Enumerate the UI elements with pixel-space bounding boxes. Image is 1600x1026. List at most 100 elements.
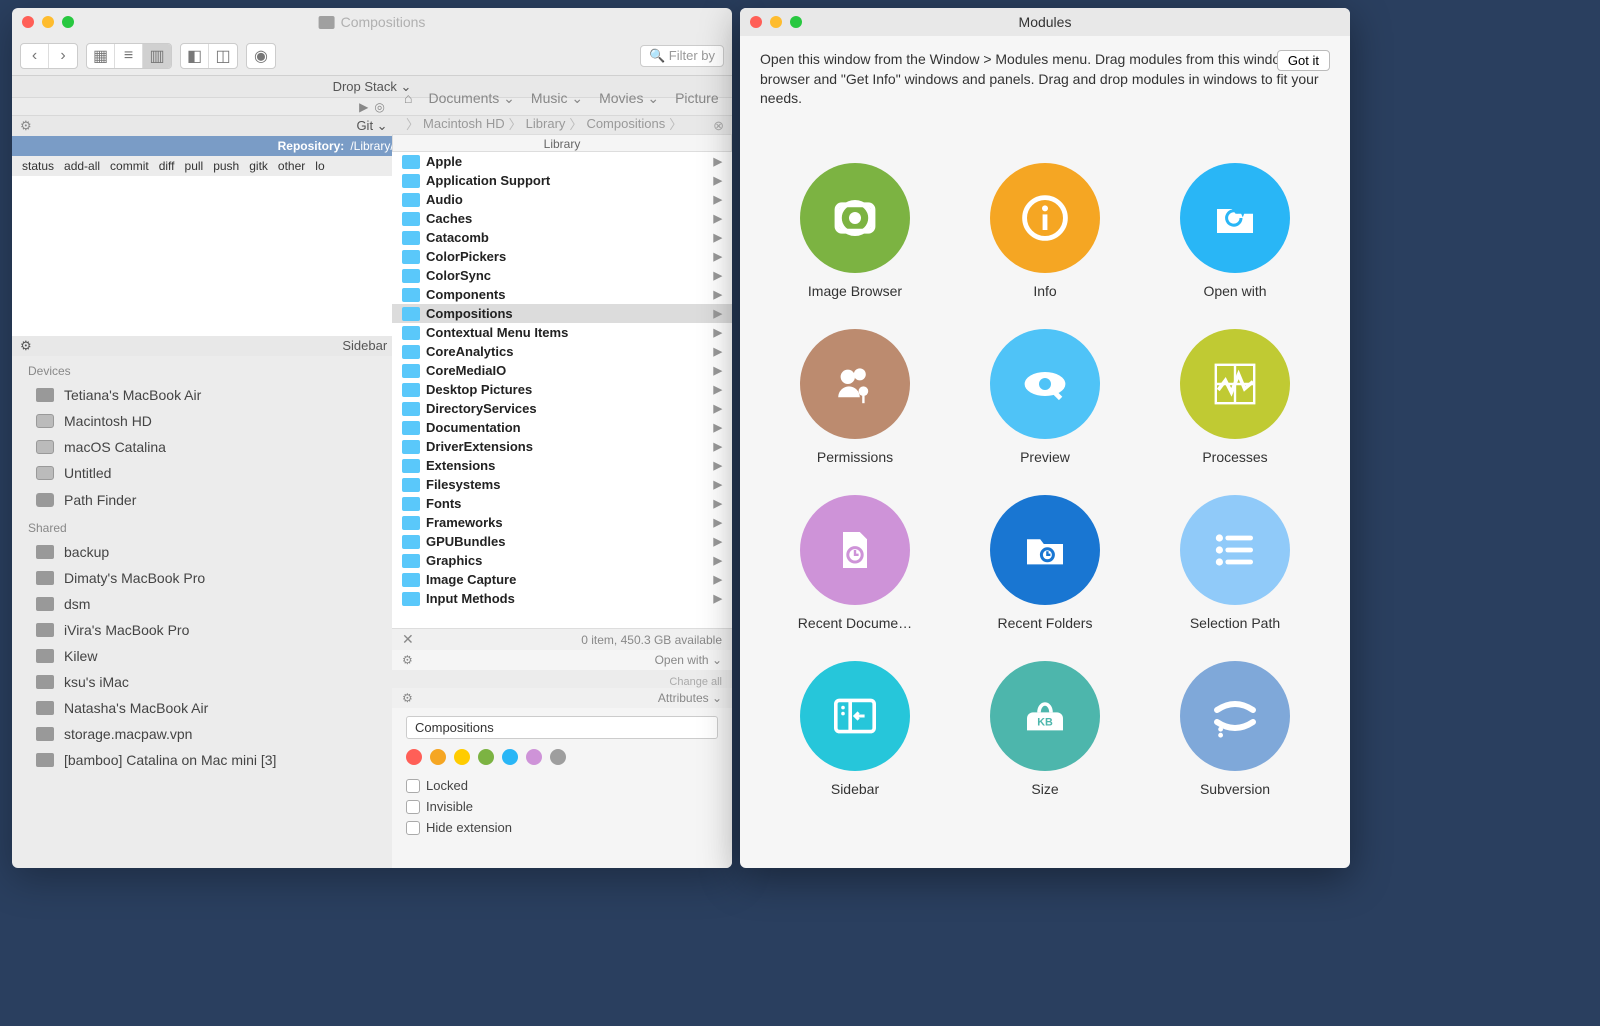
folder-item[interactable]: Components▶ xyxy=(392,285,732,304)
checkbox-label: Hide extension xyxy=(426,820,512,835)
git-cmd-lo[interactable]: lo xyxy=(315,159,324,173)
tag-color[interactable] xyxy=(406,749,422,765)
checkbox[interactable] xyxy=(406,821,420,835)
openwith-bar[interactable]: ⚙ Open with ⌄ xyxy=(392,650,732,670)
minimize-window-button[interactable] xyxy=(42,16,54,28)
back-button[interactable]: ‹ xyxy=(21,44,49,68)
tag-color[interactable] xyxy=(550,749,566,765)
icon-view-button[interactable]: ▦ xyxy=(87,44,115,68)
gear-icon[interactable]: ⚙ xyxy=(402,691,413,705)
nav-music[interactable]: Music ⌄ xyxy=(531,90,583,107)
folder-item[interactable]: Audio▶ xyxy=(392,190,732,209)
checkbox-row[interactable]: Invisible xyxy=(406,796,718,817)
dual-view-button[interactable]: ◫ xyxy=(209,44,237,68)
home-icon[interactable]: ⌂ xyxy=(404,90,412,106)
git-cmd-diff[interactable]: diff xyxy=(159,159,175,173)
path-seg[interactable]: Macintosh HD xyxy=(423,116,505,131)
folder-label: Apple xyxy=(426,154,462,169)
path-seg[interactable]: Compositions xyxy=(586,116,665,131)
module-item[interactable]: Open with xyxy=(1150,163,1320,299)
git-cmd-status[interactable]: status xyxy=(22,159,54,173)
gear-icon[interactable]: ⚙ xyxy=(20,118,32,134)
sidebar-item-label: Macintosh HD xyxy=(64,413,152,429)
close-window-button[interactable] xyxy=(22,16,34,28)
attributes-bar[interactable]: ⚙ Attributes ⌄ xyxy=(392,688,732,708)
git-cmd-add-all[interactable]: add-all xyxy=(64,159,100,173)
path-seg[interactable]: Library xyxy=(526,116,566,131)
forward-button[interactable]: › xyxy=(49,44,77,68)
folder-item[interactable]: Filesystems▶ xyxy=(392,475,732,494)
folder-item[interactable]: Graphics▶ xyxy=(392,551,732,570)
got-it-button[interactable]: Got it xyxy=(1277,50,1330,71)
folder-list[interactable]: Apple▶Application Support▶Audio▶Caches▶C… xyxy=(392,152,732,628)
module-item[interactable]: Sidebar xyxy=(770,661,940,797)
folder-item[interactable]: ColorSync▶ xyxy=(392,266,732,285)
checkbox[interactable] xyxy=(406,800,420,814)
folder-item[interactable]: CoreAnalytics▶ xyxy=(392,342,732,361)
split-view-button[interactable]: ◧ xyxy=(181,44,209,68)
column-view-button[interactable]: ▥ xyxy=(143,44,171,68)
change-all-button[interactable]: Change all xyxy=(392,676,722,688)
folder-icon xyxy=(402,250,420,264)
git-cmd-commit[interactable]: commit xyxy=(110,159,149,173)
git-cmd-push[interactable]: push xyxy=(213,159,239,173)
close-icon[interactable]: ✕ xyxy=(402,631,414,648)
minimize-window-button[interactable] xyxy=(770,16,782,28)
module-label: Permissions xyxy=(817,449,893,465)
checkbox-row[interactable]: Locked xyxy=(406,775,718,796)
folder-item[interactable]: ColorPickers▶ xyxy=(392,247,732,266)
folder-item[interactable]: Apple▶ xyxy=(392,152,732,171)
folder-item[interactable]: DriverExtensions▶ xyxy=(392,437,732,456)
tag-color[interactable] xyxy=(526,749,542,765)
nav-documents[interactable]: Documents ⌄ xyxy=(428,90,514,107)
tag-color[interactable] xyxy=(502,749,518,765)
folder-item[interactable]: Desktop Pictures▶ xyxy=(392,380,732,399)
gear-icon[interactable]: ⚙ xyxy=(402,653,413,667)
folder-item[interactable]: GPUBundles▶ xyxy=(392,532,732,551)
folder-item[interactable]: Frameworks▶ xyxy=(392,513,732,532)
tag-color[interactable] xyxy=(454,749,470,765)
checkbox-row[interactable]: Hide extension xyxy=(406,817,718,838)
status-bar: ✕ 0 item, 450.3 GB available xyxy=(392,628,732,650)
folder-item[interactable]: Compositions▶ xyxy=(392,304,732,323)
module-item[interactable]: Subversion xyxy=(1150,661,1320,797)
module-item[interactable]: KBSize xyxy=(960,661,1130,797)
git-cmd-other[interactable]: other xyxy=(278,159,305,173)
module-item[interactable]: Permissions xyxy=(770,329,940,465)
nav-pictures[interactable]: Picture xyxy=(675,90,719,106)
git-cmd-pull[interactable]: pull xyxy=(185,159,204,173)
nav-movies[interactable]: Movies ⌄ xyxy=(599,90,659,107)
folder-item[interactable]: Documentation▶ xyxy=(392,418,732,437)
folder-item[interactable]: Caches▶ xyxy=(392,209,732,228)
module-item[interactable]: Image Browser xyxy=(770,163,940,299)
preview-button[interactable]: ◉ xyxy=(247,44,275,68)
gear-icon[interactable]: ⚙ xyxy=(20,338,32,354)
name-field[interactable]: Compositions xyxy=(406,716,718,739)
tag-color[interactable] xyxy=(430,749,446,765)
module-item[interactable]: Recent Folders xyxy=(960,495,1130,631)
folder-item[interactable]: Application Support▶ xyxy=(392,171,732,190)
folder-item[interactable]: Fonts▶ xyxy=(392,494,732,513)
target-icon[interactable]: ◎ xyxy=(374,100,384,114)
folder-item[interactable]: Catacomb▶ xyxy=(392,228,732,247)
search-input[interactable]: 🔍 Filter by xyxy=(640,45,724,67)
git-cmd-gitk[interactable]: gitk xyxy=(249,159,268,173)
folder-item[interactable]: CoreMediaIO▶ xyxy=(392,361,732,380)
module-item[interactable]: Selection Path xyxy=(1150,495,1320,631)
module-item[interactable]: Preview xyxy=(960,329,1130,465)
folder-item[interactable]: Contextual Menu Items▶ xyxy=(392,323,732,342)
folder-item[interactable]: Input Methods▶ xyxy=(392,589,732,608)
maximize-window-button[interactable] xyxy=(62,16,74,28)
close-window-button[interactable] xyxy=(750,16,762,28)
list-view-button[interactable]: ≡ xyxy=(115,44,143,68)
module-item[interactable]: Processes xyxy=(1150,329,1320,465)
play-icon[interactable]: ▶ xyxy=(359,100,368,114)
folder-item[interactable]: Extensions▶ xyxy=(392,456,732,475)
module-item[interactable]: Info xyxy=(960,163,1130,299)
folder-item[interactable]: Image Capture▶ xyxy=(392,570,732,589)
module-item[interactable]: Recent Docume… xyxy=(770,495,940,631)
tag-color[interactable] xyxy=(478,749,494,765)
folder-item[interactable]: DirectoryServices▶ xyxy=(392,399,732,418)
checkbox[interactable] xyxy=(406,779,420,793)
maximize-window-button[interactable] xyxy=(790,16,802,28)
